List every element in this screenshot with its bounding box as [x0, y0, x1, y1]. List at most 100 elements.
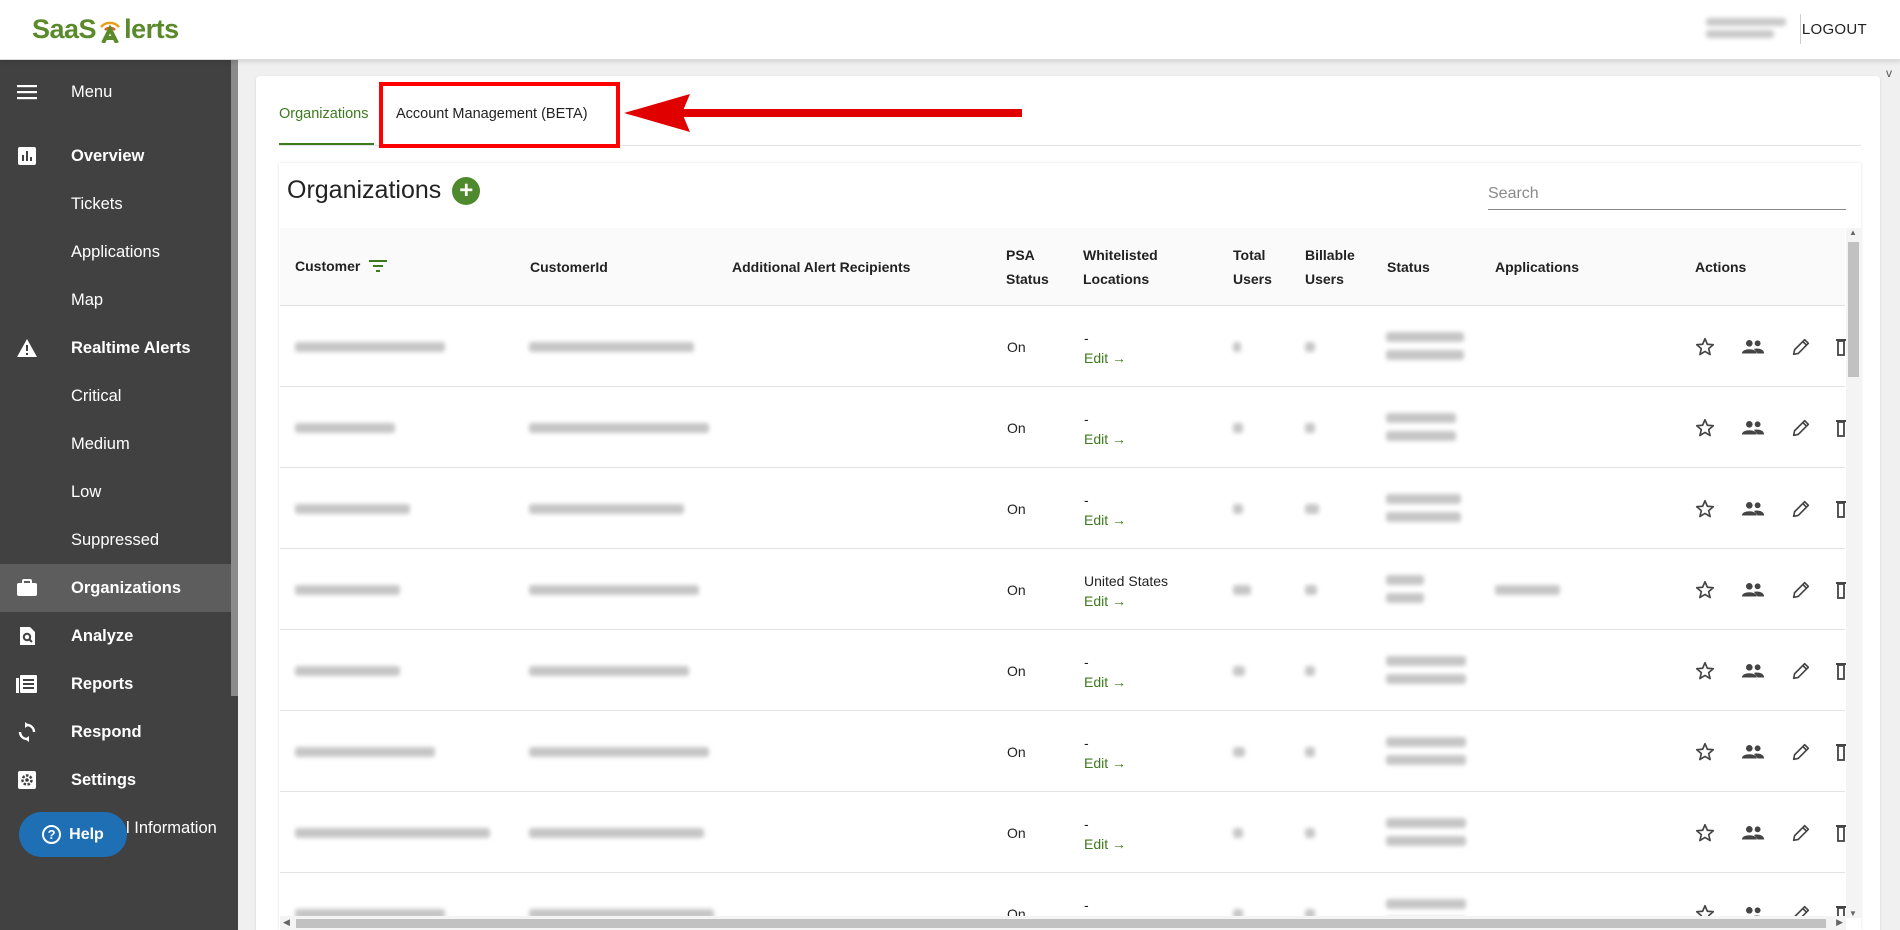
tab-organizations[interactable]: Organizations [279, 98, 374, 146]
favorite-star-icon[interactable] [1693, 659, 1717, 683]
delete-trash-icon[interactable] [1836, 659, 1846, 683]
sidebar-item-organizations[interactable]: Organizations [0, 564, 231, 612]
customer-name-redacted[interactable] [295, 504, 410, 514]
psa-status-value: On [1007, 582, 1026, 598]
edit-pencil-icon[interactable] [1789, 740, 1813, 764]
favorite-star-icon[interactable] [1693, 740, 1717, 764]
sidebar-item-low[interactable]: Low [0, 468, 231, 516]
scroll-right-icon[interactable]: ▶ [1836, 917, 1843, 928]
delete-trash-icon[interactable] [1836, 497, 1846, 521]
favorite-star-icon[interactable] [1693, 416, 1717, 440]
users-group-icon[interactable] [1741, 578, 1765, 602]
add-organization-button[interactable]: + [452, 176, 481, 205]
sidebar-item-overview[interactable]: Overview [0, 132, 231, 180]
delete-trash-icon[interactable] [1836, 740, 1846, 764]
delete-trash-icon[interactable] [1836, 416, 1846, 440]
customer-name-redacted[interactable] [295, 342, 445, 352]
delete-trash-icon[interactable] [1836, 578, 1846, 602]
table-row[interactable]: On - Edit → [280, 468, 1846, 549]
table-row[interactable]: On - Edit → [280, 387, 1846, 468]
edit-locations-link[interactable]: Edit → [1084, 591, 1168, 611]
edit-pencil-icon[interactable] [1789, 821, 1813, 845]
search-input[interactable] [1488, 178, 1846, 210]
favorite-star-icon[interactable] [1693, 335, 1717, 359]
table-row[interactable]: On - Edit → [280, 792, 1846, 873]
column-billable-users[interactable]: Billable Users [1305, 243, 1355, 291]
customer-name-redacted[interactable] [295, 828, 490, 838]
sidebar-item-critical[interactable]: Critical [0, 372, 231, 420]
help-button[interactable]: ? Help [19, 812, 127, 857]
horizontal-scroll-thumb[interactable] [296, 919, 1826, 928]
users-group-icon[interactable] [1741, 740, 1765, 764]
table-row[interactable]: On - Edit → [280, 711, 1846, 792]
customer-name-redacted[interactable] [295, 423, 395, 433]
edit-locations-link[interactable]: Edit → [1084, 672, 1126, 692]
logo-text-left: SaaS [32, 14, 97, 44]
help-icon: ? [42, 825, 62, 844]
scroll-down-icon[interactable]: ▼ [1849, 909, 1857, 918]
sidebar-item-reports[interactable]: Reports [0, 660, 231, 708]
customer-name-redacted[interactable] [295, 747, 435, 757]
edit-locations-link[interactable]: Edit → [1084, 348, 1126, 368]
collapse-toggle[interactable]: v [1886, 66, 1892, 80]
table-row[interactable]: On United States Edit → [280, 549, 1846, 630]
edit-locations-link[interactable]: Edit → [1084, 429, 1126, 449]
sidebar-item-medium[interactable]: Medium [0, 420, 231, 468]
customer-name-redacted[interactable] [295, 666, 400, 676]
location-value: - [1084, 816, 1089, 832]
favorite-star-icon[interactable] [1693, 578, 1717, 602]
users-group-icon[interactable] [1741, 497, 1765, 521]
scroll-up-icon[interactable]: ▲ [1849, 228, 1857, 237]
scroll-left-icon[interactable]: ◀ [283, 917, 290, 928]
sidebar-label-critical: Critical [71, 386, 122, 405]
edit-pencil-icon[interactable] [1789, 497, 1813, 521]
users-group-icon[interactable] [1741, 335, 1765, 359]
table-horizontal-scrollbar[interactable]: ◀ ▶ [280, 916, 1846, 930]
column-psa-status[interactable]: PSA Status [1006, 243, 1049, 291]
location-value: - [1084, 735, 1089, 751]
edit-pencil-icon[interactable] [1789, 335, 1813, 359]
customer-id-redacted [529, 342, 694, 352]
sidebar-item-realtime-alerts[interactable]: Realtime Alerts [0, 324, 231, 372]
edit-locations-link[interactable]: Edit → [1084, 753, 1126, 773]
column-recipients[interactable]: Additional Alert Recipients [732, 255, 910, 279]
status-redacted-line2 [1386, 836, 1466, 846]
column-customer-id[interactable]: CustomerId [530, 255, 608, 279]
table-row[interactable]: On - Edit → [280, 630, 1846, 711]
status-redacted-line1 [1386, 899, 1466, 909]
column-total-users[interactable]: Total Users [1233, 243, 1272, 291]
column-status[interactable]: Status [1387, 255, 1430, 279]
table-vertical-scrollbar[interactable]: ▲ ▼ [1846, 228, 1861, 918]
users-group-icon[interactable] [1741, 821, 1765, 845]
sidebar-scrollbar[interactable] [231, 60, 238, 696]
customer-name-redacted[interactable] [295, 585, 400, 595]
delete-trash-icon[interactable] [1836, 335, 1846, 359]
column-applications[interactable]: Applications [1495, 255, 1579, 279]
sidebar-item-analyze[interactable]: Analyze [0, 612, 231, 660]
edit-pencil-icon[interactable] [1789, 416, 1813, 440]
users-group-icon[interactable] [1741, 416, 1765, 440]
logout-button[interactable]: LOGOUT [1802, 21, 1867, 38]
sidebar-item-settings[interactable]: Settings [0, 756, 231, 804]
sidebar-item-tickets[interactable]: Tickets [0, 180, 231, 228]
users-group-icon[interactable] [1741, 659, 1765, 683]
edit-locations-link[interactable]: Edit → [1084, 834, 1126, 854]
vertical-scroll-thumb[interactable] [1848, 242, 1859, 377]
column-customer[interactable]: Customer [295, 254, 388, 278]
sidebar-item-menu[interactable]: Menu [0, 68, 231, 116]
delete-trash-icon[interactable] [1836, 821, 1846, 845]
filter-icon[interactable] [369, 259, 388, 273]
sidebar-item-suppressed[interactable]: Suppressed [0, 516, 231, 564]
favorite-star-icon[interactable] [1693, 497, 1717, 521]
sidebar-item-map[interactable]: Map [0, 276, 231, 324]
edit-pencil-icon[interactable] [1789, 578, 1813, 602]
column-whitelisted-locations[interactable]: Whitelisted Locations [1083, 243, 1158, 291]
sidebar-item-applications[interactable]: Applications [0, 228, 231, 276]
edit-pencil-icon[interactable] [1789, 659, 1813, 683]
sidebar-item-respond[interactable]: Respond [0, 708, 231, 756]
saas-alerts-logo[interactable]: SaaS lerts [32, 14, 179, 45]
whitelisted-location: - Edit → [1084, 733, 1126, 773]
table-row[interactable]: On - Edit → [280, 306, 1846, 387]
edit-locations-link[interactable]: Edit → [1084, 510, 1126, 530]
favorite-star-icon[interactable] [1693, 821, 1717, 845]
